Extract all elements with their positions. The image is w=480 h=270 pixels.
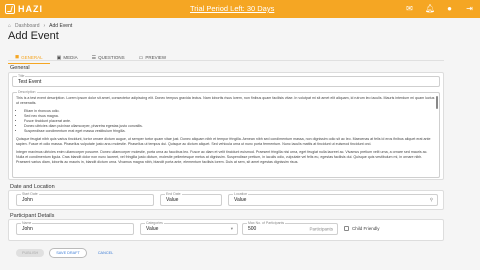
logo-text: HAZI [18, 4, 43, 14]
tab-preview[interactable]: ▭ Preview [132, 52, 174, 64]
description-text: This is a test event description. Lorem … [16, 96, 436, 168]
categories-value: Value [146, 226, 159, 232]
start-date-value: John [22, 197, 33, 203]
breadcrumb-current: Add Event [49, 23, 73, 29]
home-icon[interactable]: ⌂ [8, 23, 11, 29]
name-value: John [22, 226, 33, 232]
tab-media[interactable]: ▣ Media [50, 52, 85, 64]
child-friendly-label: Child Friendly [352, 226, 380, 231]
end-date-label: End Date [165, 192, 182, 196]
description-intro: This is a test event description. Lorem … [16, 96, 435, 105]
top-bar: HAZI Trial Period Left: 30 Days ✉ 🔔︎ ● ⇥ [0, 0, 480, 18]
location-pin-icon[interactable]: ⚲ [430, 197, 433, 203]
tab-bar: ◼ General ▣ Media ☰ Questions ▭ Preview [8, 52, 173, 64]
bell-icon[interactable]: 🔔︎ [425, 4, 435, 13]
breadcrumb: ⌂ Dashboard › Add Event [8, 23, 72, 29]
categories-select[interactable]: Categories Value ▾ [140, 221, 238, 235]
child-friendly-checkbox[interactable] [344, 226, 349, 231]
max-participants-suffix: Participants [309, 226, 333, 232]
page-title: Add Event [8, 30, 59, 42]
max-participants-label: Max No. of Participants [247, 221, 286, 225]
start-date-field[interactable]: Start Date John [16, 192, 154, 206]
end-date-field[interactable]: End Date Value [160, 192, 222, 206]
logo-icon [5, 4, 15, 14]
breadcrumb-dashboard[interactable]: Dashboard [15, 23, 39, 29]
list-item: Suspendisse condimentum erat eget massa … [24, 129, 436, 134]
tab-general-label: General [21, 54, 43, 60]
save-draft-button[interactable]: Save Draft [49, 248, 87, 258]
start-date-label: Start Date [21, 192, 39, 196]
title-label: Title [17, 74, 26, 78]
breadcrumb-separator: › [43, 23, 46, 29]
location-value: Value [234, 197, 247, 203]
tabs-divider [8, 60, 444, 61]
cancel-button[interactable]: Cancel [92, 249, 119, 257]
child-friendly-option[interactable]: Child Friendly [344, 226, 380, 231]
max-participants-value: 500 [248, 226, 257, 232]
location-field[interactable]: Location Value ⚲ [228, 192, 438, 206]
max-participants-field[interactable]: Max No. of Participants 500 Participants [242, 221, 338, 235]
logo[interactable]: HAZI [5, 3, 47, 15]
tab-general[interactable]: ◼ General [8, 52, 50, 64]
categories-label: Categories [145, 221, 164, 225]
description-label: Description [17, 90, 37, 94]
description-list: Etiam in rhoncus odio. Sed nec risus mag… [24, 109, 436, 134]
tab-questions[interactable]: ☰ Questions [85, 52, 132, 64]
location-label: Location [233, 192, 249, 196]
mail-icon[interactable]: ✉ [405, 4, 414, 13]
description-paragraph: Quisque feugiat nibh quis varius tincidu… [16, 137, 431, 146]
chevron-down-icon: ▾ [230, 226, 233, 231]
user-icon[interactable]: ● [445, 4, 454, 13]
publish-button[interactable]: Publish [16, 249, 45, 257]
title-value: Test Event [18, 78, 42, 85]
name-label: Name [21, 221, 33, 225]
description-scrollbar[interactable] [436, 96, 438, 109]
general-section-title: General [10, 65, 30, 71]
trial-period-link[interactable]: Trial Period Left: 30 Days [190, 4, 274, 13]
end-date-value: Value [166, 197, 179, 203]
description-paragraph: Integer maximus ultricies enim ullamcorp… [16, 150, 428, 164]
form-actions: Publish Save Draft Cancel [16, 248, 119, 258]
logout-icon[interactable]: ⇥ [465, 4, 474, 13]
title-field[interactable]: Title Test Event [12, 74, 440, 87]
name-field[interactable]: Name John [16, 221, 134, 235]
